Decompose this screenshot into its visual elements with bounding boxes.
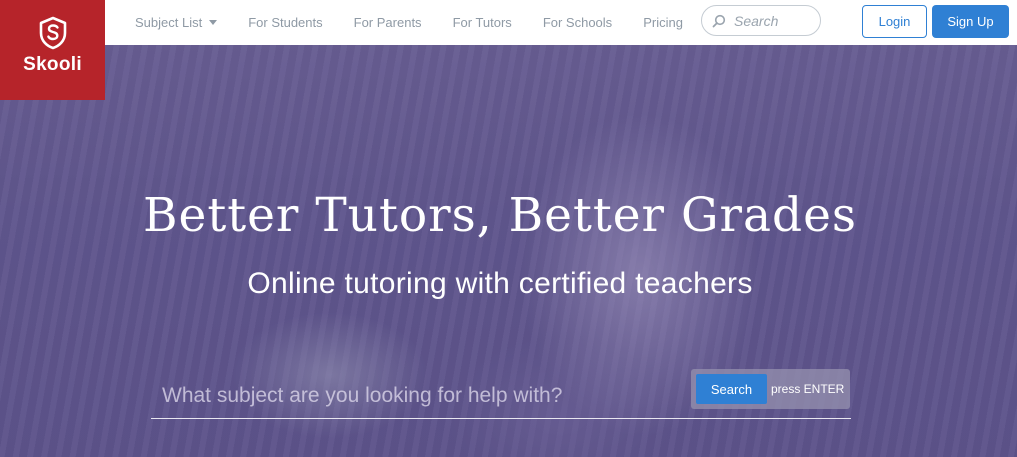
hero-section: Better Tutors, Better Grades Online tuto…	[0, 45, 1017, 457]
hero-subtitle: Online tutoring with certified teachers	[247, 267, 753, 300]
nav-item-for-schools[interactable]: For Schools	[543, 15, 612, 30]
login-button[interactable]: Login	[862, 5, 927, 38]
subject-search-button[interactable]: Search	[696, 374, 767, 404]
sign-up-button[interactable]: Sign Up	[932, 5, 1009, 38]
main-nav: Subject List For Students For Parents Fo…	[120, 0, 714, 45]
search-icon	[712, 14, 726, 27]
header-search-input[interactable]	[734, 12, 814, 29]
header-search-box[interactable]	[701, 5, 821, 36]
press-enter-hint: press ENTER	[771, 382, 845, 396]
logo-text: Skooli	[23, 54, 82, 75]
nav-item-for-students[interactable]: For Students	[248, 15, 322, 30]
nav-item-label: Subject List	[135, 15, 203, 30]
top-navigation-bar: Subject List For Students For Parents Fo…	[0, 0, 1017, 45]
subject-search-actions: Search press ENTER	[691, 369, 850, 409]
shield-s-icon	[39, 16, 66, 50]
nav-item-subject-list[interactable]: Subject List	[135, 15, 218, 30]
nav-item-pricing[interactable]: Pricing	[643, 15, 683, 30]
nav-item-for-tutors[interactable]: For Tutors	[453, 15, 512, 30]
logo[interactable]: Skooli	[0, 0, 105, 100]
nav-item-for-parents[interactable]: For Parents	[354, 15, 422, 30]
caret-down-icon	[209, 20, 218, 25]
hero-title: Better Tutors, Better Grades	[142, 188, 858, 243]
